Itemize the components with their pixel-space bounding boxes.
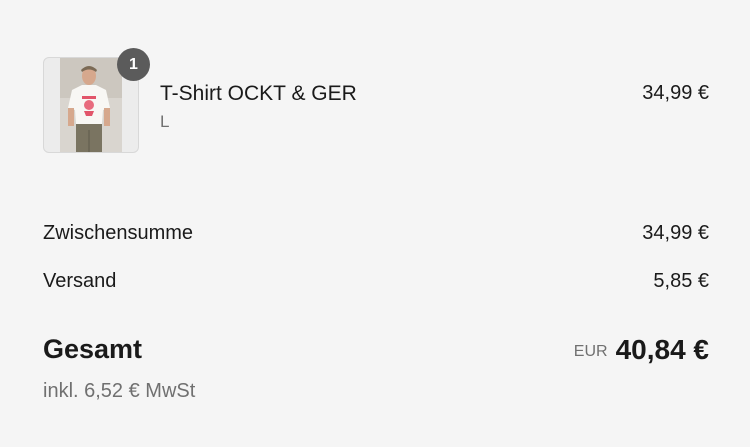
total-value-wrapper: EUR 40,84 €: [574, 334, 709, 366]
total-label: Gesamt: [43, 334, 143, 364]
subtotal-value: 34,99 €: [642, 222, 709, 244]
total-amount: 40,84 €: [615, 334, 709, 365]
product-thumbnail-wrapper: 1: [43, 48, 150, 153]
shipping-label: Versand: [43, 270, 117, 292]
cart-line-item: 1 T-Shirt OCKT & GER L 34,99 €: [43, 48, 709, 153]
product-price: 34,99 €: [642, 82, 709, 104]
order-summary: 1 T-Shirt OCKT & GER L 34,99 € Zwischens…: [43, 0, 709, 447]
product-variant: L: [160, 112, 170, 131]
product-title: T-Shirt OCKT & GER: [160, 82, 357, 105]
currency-code: EUR: [573, 343, 608, 360]
quantity-badge: 1: [117, 48, 150, 81]
total-row: Gesamt EUR 40,84 €: [43, 334, 709, 374]
shipping-value: 5,85 €: [653, 270, 709, 292]
product-photo-tshirt-icon: [60, 58, 122, 152]
tax-note: inkl. 6,52 € MwSt: [43, 380, 196, 402]
subtotal-label: Zwischensumme: [43, 222, 194, 244]
